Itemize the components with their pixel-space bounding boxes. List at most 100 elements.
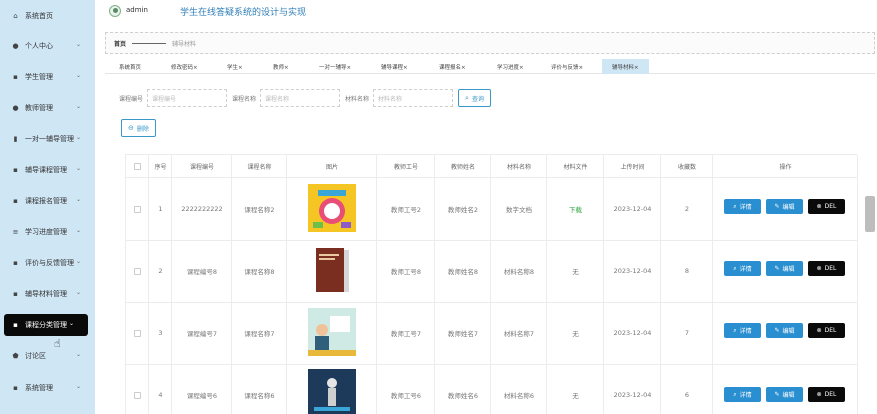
chevron-down-icon: ⌄ [75, 134, 81, 141]
sidebar-item-materials[interactable]: ▪ 辅导材料管理 ⌄ [0, 283, 95, 305]
row-teacher-name: 教师姓名7 [447, 330, 479, 338]
column-time [604, 155, 661, 414]
detail-button[interactable]: ⌕ 详情 [724, 387, 761, 402]
tab-feedback[interactable]: 评价与反馈× [551, 59, 583, 74]
sidebar-item-enrollment[interactable]: ▪ 课程报名管理 ⌄ [0, 190, 95, 212]
tab-enrollment[interactable]: 课程报名× [439, 59, 466, 74]
materials-table: 序号 课程编号 课程名称 图片 教师工号 教师姓名 材料名称 材料文件 上传时间… [125, 154, 858, 414]
sidebar-item-label: 课程分类管理 [25, 321, 67, 329]
sidebar-item-system[interactable]: ▪ 系统管理 ⌄ [0, 377, 95, 399]
row-divider [126, 364, 858, 365]
row-teacher-id: 教师工号8 [390, 268, 422, 276]
sidebar-item-feedback[interactable]: ▪ 评价与反馈管理 ⌄ [0, 252, 95, 274]
grid-icon: ▪ [13, 259, 18, 267]
tab-change-password[interactable]: 修改密码× [171, 59, 198, 74]
tab-progress[interactable]: 学习进度× [497, 59, 524, 74]
header-name: 课程名称 [232, 155, 287, 178]
shield-icon: ⬟ [12, 352, 19, 360]
edit-button[interactable]: ✎ 编辑 [766, 387, 803, 402]
header-material: 材料名称 [491, 155, 547, 178]
row-checkbox[interactable] [134, 329, 141, 337]
row-name: 课程名称8 [244, 268, 275, 276]
sidebar-item-teachers[interactable]: ● 教师管理 ⌄ [0, 97, 95, 119]
course-code-input[interactable]: 课程编号 [147, 89, 228, 107]
row-checkbox[interactable] [134, 267, 141, 275]
tab-tutoring[interactable]: 一对一辅导× [319, 59, 351, 74]
column-favs [661, 155, 713, 414]
header-actions: 操作 [713, 155, 858, 178]
course-code-label: 课程编号 [119, 95, 144, 103]
sidebar-item-categories[interactable]: ▪ 课程分类管理 ⌄ [4, 314, 88, 336]
detail-button[interactable]: ⌕ 详情 [724, 199, 761, 214]
tab-home[interactable]: 系统首页 [119, 59, 141, 74]
column-name [232, 155, 287, 414]
sidebar-item-label: 评价与反馈管理 [25, 259, 74, 267]
pointer-cursor-icon: ☝ [54, 337, 61, 350]
course-name-input[interactable]: 课程名称 [260, 89, 341, 107]
breadcrumb-separator [132, 42, 167, 44]
sidebar-item-progress[interactable]: ≡ 学习进度管理 ⌄ [0, 221, 95, 243]
detail-label: 详情 [739, 392, 752, 399]
del-button[interactable]: ⊗ DEL [808, 323, 845, 338]
sidebar-item-label: 课程报名管理 [25, 197, 67, 205]
del-button[interactable]: ⊗ DEL [808, 199, 845, 214]
chevron-down-icon: ⌄ [75, 289, 81, 296]
vertical-scrollbar[interactable] [865, 196, 875, 232]
sidebar-item-students[interactable]: ▪ 学生管理 ⌄ [0, 66, 95, 88]
tab-materials[interactable]: 辅导材料× [602, 59, 649, 74]
download-link[interactable]: 下载 [547, 202, 604, 216]
material-name-input[interactable]: 材料名称 [373, 89, 454, 107]
breadcrumb-home[interactable]: 首页 [114, 39, 126, 48]
chevron-down-icon: ⌄ [75, 103, 81, 110]
del-button[interactable]: ⊗ DEL [808, 261, 845, 276]
username[interactable]: admin [126, 6, 148, 14]
sidebar-item-label: 学习进度管理 [25, 228, 67, 236]
avatar[interactable] [109, 5, 121, 17]
sidebar-item-courses[interactable]: ▪ 辅导课程管理 ⌄ [0, 159, 95, 181]
delete-icon: ⊗ [816, 265, 822, 272]
chevron-down-icon: ⌄ [68, 320, 74, 327]
tab-teachers[interactable]: 教师× [273, 59, 289, 74]
sidebar-item-forum[interactable]: ⬟ 讨论区 ⌄ [0, 345, 95, 367]
row-name: 课程名称2 [244, 206, 275, 214]
sliders-icon: ≡ [12, 228, 19, 236]
select-all-checkbox[interactable] [134, 162, 141, 170]
pencil-icon: ✎ [774, 327, 780, 334]
sidebar-item-tutoring[interactable]: ▮ 一对一辅导管理 ⌄ [0, 128, 95, 150]
edit-button[interactable]: ✎ 编辑 [766, 261, 803, 276]
pencil-icon: ✎ [774, 265, 780, 272]
search-button[interactable]: ⌕ 查询 [458, 89, 491, 107]
sidebar-item-profile[interactable]: ● 个人中心 ⌄ [0, 35, 95, 57]
app-title: 学生在线答疑系统的设计与实现 [180, 8, 307, 18]
chevron-down-icon: ⌄ [75, 72, 81, 79]
del-button[interactable]: ⊗ DEL [808, 387, 845, 402]
sidebar-item-home[interactable]: ⌂ 系统首页 [0, 5, 95, 27]
row-code: 2222222222 [181, 205, 223, 213]
chevron-down-icon: ⌄ [75, 165, 81, 172]
delete-button[interactable]: ⊖ 删除 [121, 119, 156, 137]
delete-icon: ⊗ [816, 391, 822, 398]
material-name-label: 材料名称 [345, 95, 370, 103]
detail-button[interactable]: ⌕ 详情 [724, 261, 761, 276]
edit-button[interactable]: ✎ 编辑 [766, 199, 803, 214]
top-bar: admin 学生在线答疑系统的设计与实现 [95, 0, 877, 24]
edit-button[interactable]: ✎ 编辑 [766, 323, 803, 338]
header-time: 上传时间 [604, 155, 661, 178]
detail-button[interactable]: ⌕ 详情 [724, 323, 761, 338]
grid-icon: ▪ [13, 290, 18, 298]
tab-courses[interactable]: 辅导课程× [381, 59, 408, 74]
row-checkbox[interactable] [134, 391, 141, 399]
row-checkbox-cell [126, 388, 149, 402]
edit-label: 编辑 [782, 204, 795, 211]
bulb-icon: ● [12, 104, 19, 112]
del-label: DEL [824, 203, 837, 210]
row-file: 无 [572, 268, 579, 276]
sidebar-item-label: 一对一辅导管理 [25, 135, 74, 143]
tab-students[interactable]: 学生× [227, 59, 243, 74]
column-teacher-id [377, 155, 435, 414]
row-material: 材料名称8 [503, 268, 535, 276]
row-index: 3 [158, 329, 163, 337]
sidebar-item-label: 讨论区 [25, 352, 46, 360]
row-index: 2 [158, 267, 163, 275]
row-checkbox[interactable] [134, 205, 141, 213]
